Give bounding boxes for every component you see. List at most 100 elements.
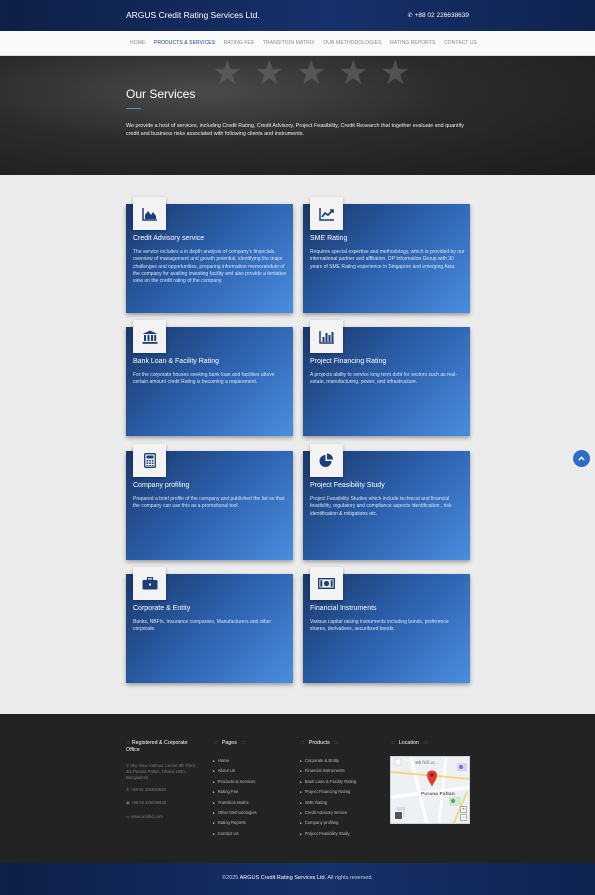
footer-product-link[interactable]: ▸ Project Financing Rating: [300, 789, 356, 799]
footer-link-label: Corporate & Entity: [304, 758, 339, 763]
card-title: Company profiling: [133, 482, 190, 489]
star-decoration: ★: [212, 56, 243, 92]
card-title: Bank Loan & Facility Rating: [133, 358, 219, 365]
map-layers-icon[interactable]: [394, 811, 403, 820]
service-card-corporate-entity[interactable]: Corporate & Entity Banks, NBFIs, Insuran…: [126, 567, 293, 683]
caret-right-icon: ▸: [300, 800, 302, 805]
hero-description: We provide a host of services, including…: [126, 123, 464, 137]
bar-chart-icon: [310, 320, 343, 353]
title-dots: :::: [334, 740, 339, 746]
hero-banner: ★ ★ ★ ★ ★: [0, 56, 595, 175]
footer-link-label: Transition Matrix: [217, 799, 249, 805]
service-card-project-feasibility[interactable]: Project Feasibility Study Project Feasib…: [303, 444, 470, 560]
copyright-company[interactable]: ARGUS Credit Rating Services Ltd.: [240, 875, 327, 881]
footer-product-link[interactable]: ▸ SME Rating: [300, 800, 356, 810]
footer-product-link[interactable]: ▸ Company profiling: [300, 820, 356, 830]
footer-link-label: Company profiling: [304, 820, 339, 826]
footer-website-text: www.arcsbd.com: [131, 814, 163, 819]
brand-name[interactable]: ARGUS Credit Rating Services Ltd.: [126, 10, 260, 20]
card-text: The service includes a in depth analysis…: [133, 249, 287, 285]
footer-link-transition-matrix[interactable]: ▸ Transition Matrix: [213, 800, 257, 810]
chevron-up-icon: [578, 456, 585, 461]
service-card-bank-loan[interactable]: Bank Loan & Facility Rating For the corp…: [126, 320, 293, 436]
map-place-label: স্কাই ভিউ হে...: [415, 760, 438, 765]
caret-right-icon: ▸: [213, 831, 215, 836]
footer-address: ⚲ Sky View Harbour Centre 8th Floor, 3/1…: [126, 763, 201, 781]
footer-product-link[interactable]: ▸ Corporate & Entity: [300, 758, 356, 768]
footer-link-home[interactable]: ▸ Home: [213, 758, 257, 768]
footer-link-label: SME Rating: [304, 799, 328, 805]
footer-product-link[interactable]: ▸ Financial Instruments: [300, 768, 356, 778]
copyright-text: ©2025 ARGUS Credit Rating Services Ltd. …: [0, 875, 595, 881]
caret-right-icon: ▸: [300, 821, 302, 826]
caret-right-icon: ▸: [213, 759, 215, 763]
copyright-suffix: All rights reserved.: [327, 875, 373, 881]
footer-fax: ▣ +88 02 226638640: [126, 800, 166, 806]
service-card-project-financing[interactable]: Project Financing Rating A projects abil…: [303, 320, 470, 436]
caret-right-icon: ▸: [213, 769, 215, 774]
footer-product-link[interactable]: ▸ Bank Loan & Facility Rating: [300, 779, 356, 789]
copyright-year: ©2025: [222, 875, 239, 881]
card-title: Corporate & Entity: [133, 605, 191, 612]
footer-phone[interactable]: ✆ +88 02 226638639: [126, 787, 166, 793]
footer-product-link[interactable]: ▸ Project Feasibility Study: [300, 831, 356, 841]
star-decoration: ★: [254, 56, 285, 92]
zoom-in-button[interactable]: +: [460, 806, 467, 813]
caret-right-icon: ▸: [213, 790, 215, 795]
footer-pages-title: ::: Pages :::: [213, 740, 246, 747]
footer-pages-title-text: Pages: [221, 740, 237, 746]
title-dots: :::: [423, 740, 428, 746]
nav-our-methodologies[interactable]: OUR METHODOLOGIES: [323, 40, 381, 46]
service-card-company-profiling[interactable]: Company profiling Prepared a brief profi…: [126, 444, 293, 560]
back-to-top-button[interactable]: [573, 450, 590, 467]
service-card-credit-advisory[interactable]: Credit Advisory service The service incl…: [126, 197, 293, 313]
line-chart-icon: [310, 197, 343, 230]
footer-location-title: ::: Location :::: [390, 740, 428, 747]
money-icon: [310, 567, 343, 600]
service-card-sme-rating[interactable]: SME Rating Requires special expertise an…: [303, 197, 470, 313]
nav-contact-us[interactable]: CONTACT US: [444, 40, 477, 46]
caret-right-icon: ▸: [300, 831, 302, 836]
footer-location-title-text: Location: [398, 740, 419, 746]
footer-link-label: About Us: [217, 768, 235, 774]
location-map[interactable]: স্কাই ভিউ হে... Purana Paltan + −: [390, 756, 470, 824]
nav-home[interactable]: HOME: [130, 40, 145, 46]
card-text: A projects ability to service long term …: [310, 372, 458, 386]
title-dots: :::: [213, 740, 218, 746]
footer-link-label: Credit Advisory service: [304, 809, 348, 815]
footer-link-label: Project Financing Rating: [304, 789, 351, 795]
nav-rating-fee[interactable]: RATING FEE: [224, 40, 255, 46]
star-decoration: ★: [338, 56, 369, 92]
title-dots: :::: [126, 740, 131, 746]
footer-fax-text: +88 02 226638640: [131, 800, 167, 805]
footer-link-rating-reports[interactable]: ▸ Rating Reports: [213, 820, 257, 830]
footer-website[interactable]: ▭ www.arcsbd.com: [126, 814, 163, 820]
footer-link-label: Products & Services: [217, 778, 256, 784]
nav-rating-reports[interactable]: RATING REPORTS: [390, 40, 435, 46]
footer-link-rating-fee[interactable]: ▸ Rating Fee: [213, 789, 257, 799]
star-decoration: ★: [296, 56, 327, 92]
nav-products-services[interactable]: PRODUCTS & SERVICES: [154, 40, 215, 46]
footer-link-label: Rating Fee: [217, 789, 239, 795]
caret-right-icon: ▸: [213, 779, 215, 784]
header-phone[interactable]: ✆ +88 02 226638639: [408, 12, 469, 19]
footer-link-label: Rating Reports: [217, 820, 246, 826]
footer: [0, 714, 595, 863]
footer-link-about-us[interactable]: ▸ About Us: [213, 768, 257, 778]
footer-link-contact-us[interactable]: ▸ Contact Us: [213, 831, 257, 841]
card-text: Banks, NBFIs, Insurance companies, Manuf…: [133, 619, 272, 633]
main-navigation: HOME PRODUCTS & SERVICES RATING FEE TRAN…: [0, 31, 595, 56]
pie-chart-icon: [310, 444, 343, 477]
footer-link-products-services[interactable]: ▸ Products & Services: [213, 779, 257, 789]
service-card-financial-instruments[interactable]: Financial Instruments Various capital ra…: [303, 567, 470, 683]
footer-link-other-methodologies[interactable]: ▸ Other Methodologies: [213, 810, 257, 820]
calculator-icon: [133, 444, 166, 477]
footer-product-link[interactable]: ▸ Credit Advisory service: [300, 810, 356, 820]
card-title: SME Rating: [310, 235, 348, 242]
nav-transition-matrix[interactable]: TRANSITION MATRIX: [263, 40, 315, 46]
caret-right-icon: ▸: [213, 800, 215, 805]
footer-office-title-text: Registered & Corporate Office: [126, 740, 188, 753]
zoom-out-button[interactable]: −: [460, 814, 467, 821]
header-phone-number: +88 02 226638639: [414, 12, 469, 19]
caret-right-icon: ▸: [300, 759, 302, 763]
